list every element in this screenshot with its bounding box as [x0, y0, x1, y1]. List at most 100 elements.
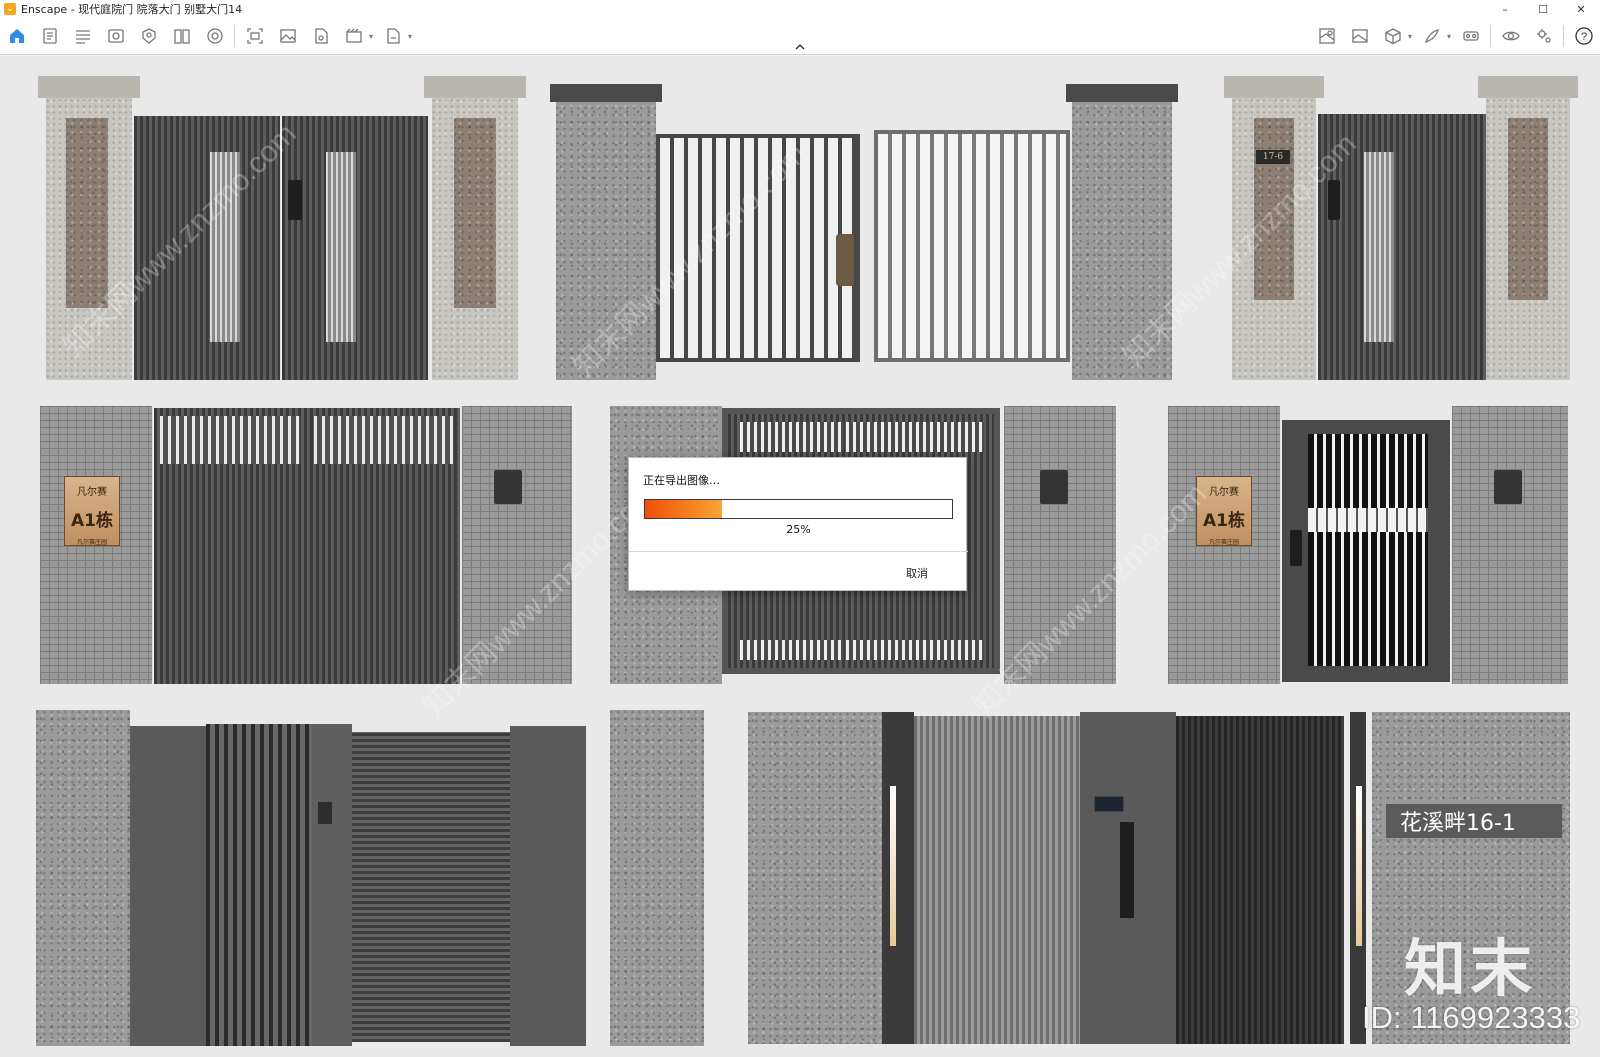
house-plate: 凡尔赛 A1栋 凡尔赛庄园	[1196, 476, 1252, 546]
pillar-cap	[38, 76, 140, 98]
address-sign: 花溪畔16-1	[1386, 804, 1562, 838]
batch-render-icon[interactable]	[304, 21, 337, 51]
pillar-number-tag: 17-6	[1256, 150, 1290, 164]
minimize-button[interactable]: –	[1486, 0, 1524, 18]
vr-headset-icon[interactable]	[1454, 21, 1487, 51]
gate-leaf	[134, 116, 280, 380]
toolbar-left: ▾ ▾	[0, 18, 415, 54]
stone-wall	[1004, 406, 1116, 684]
gate-side-panel	[130, 726, 206, 1046]
help-icon[interactable]: ?	[1567, 21, 1600, 51]
title-bar: ⌄ Enscape - 现代庭院门 院落大门 别墅大门14 – ☐ ✕	[0, 0, 1600, 18]
gate-glass-strip	[1364, 152, 1394, 342]
light-handle	[1356, 786, 1362, 946]
atlas-icon[interactable]	[165, 21, 198, 51]
window-controls: – ☐ ✕	[1486, 0, 1600, 18]
gate-glass-strip	[326, 152, 356, 342]
pillar-cap	[424, 76, 526, 98]
gate-leaf	[1318, 114, 1486, 380]
gate-leaf	[656, 134, 860, 362]
progress-percent-label: 25%	[786, 523, 811, 536]
gate-bottom-slats	[740, 640, 844, 660]
maximize-button[interactable]: ☐	[1524, 0, 1562, 18]
stone-column	[36, 710, 130, 1046]
smart-lock	[288, 180, 302, 220]
gate-leaf	[914, 716, 1080, 1044]
settings-gear-icon[interactable]	[1527, 21, 1560, 51]
stone-pillar	[1072, 92, 1172, 380]
cancel-button[interactable]: 取消	[906, 565, 928, 581]
stone-wall	[748, 712, 882, 1044]
sections-icon[interactable]	[66, 21, 99, 51]
dialog-title: 正在导出图像…	[643, 474, 720, 487]
window-title: Enscape - 现代庭院门 院落大门 别墅大门14	[21, 3, 243, 16]
gate-glass-strip	[210, 152, 240, 342]
watermark-id: ID: 1169923333	[1362, 1000, 1581, 1035]
stone-wall	[462, 406, 572, 684]
enscape-logo-icon: ⌄	[4, 3, 16, 15]
notes-icon[interactable]	[33, 21, 66, 51]
door-handle	[1120, 822, 1134, 918]
wall-lamp	[494, 470, 522, 504]
gate-top-slats	[314, 416, 454, 464]
house-plate-number: A1栋	[1203, 511, 1245, 531]
pillar-panel	[454, 118, 496, 308]
pillar-panel	[1508, 118, 1548, 300]
house-plate-brand: 凡尔赛	[1209, 487, 1239, 498]
pillar-cap	[550, 84, 662, 102]
watermark-brand: 知末	[1404, 932, 1537, 1005]
gate-stile	[882, 712, 914, 1044]
gate-leaf	[1176, 716, 1344, 1044]
gate-top-slats	[846, 422, 984, 452]
export-progress-dialog: 正在导出图像… 25% 取消	[628, 457, 968, 591]
materials-icon[interactable]	[198, 21, 231, 51]
export-dropdown-chevron-down-icon[interactable]: ▾	[405, 32, 415, 41]
wall-lamp	[1494, 470, 1522, 504]
close-button[interactable]: ✕	[1562, 0, 1600, 18]
cube-dropdown-chevron-down-icon[interactable]: ▾	[1405, 32, 1415, 41]
house-plate-number: A1栋	[71, 511, 113, 531]
gate-handle	[836, 234, 854, 286]
toolbar-separator	[1563, 25, 1564, 47]
smart-lock	[1328, 180, 1340, 220]
stone-pillar	[556, 92, 656, 380]
map-icon[interactable]	[1310, 21, 1343, 51]
gate-leaf	[874, 130, 1070, 362]
gate-midrail	[1308, 508, 1428, 532]
intercom	[318, 802, 332, 824]
gate-stile	[312, 724, 352, 1046]
image-icon[interactable]	[271, 21, 304, 51]
pillar-cap	[1066, 84, 1178, 102]
paint-dropdown-chevron-down-icon[interactable]: ▾	[1444, 32, 1454, 41]
home-icon[interactable]	[0, 21, 33, 51]
svg-text:?: ?	[1580, 31, 1586, 43]
screenshot-icon[interactable]	[238, 21, 271, 51]
visibility-icon[interactable]	[1494, 21, 1527, 51]
house-plate: 凡尔赛 A1栋 凡尔赛庄园	[64, 476, 120, 546]
asset-library-icon[interactable]	[132, 21, 165, 51]
gallery-icon[interactable]	[1343, 21, 1376, 51]
progress-bar	[644, 499, 953, 519]
smart-lock	[1290, 530, 1302, 566]
gate-leaf	[206, 724, 312, 1046]
toolbar-separator	[234, 25, 235, 47]
video-dropdown-chevron-down-icon[interactable]: ▾	[366, 32, 376, 41]
view-icon[interactable]	[99, 21, 132, 51]
gate-leaf	[1308, 434, 1428, 666]
smart-keypad	[1094, 796, 1124, 812]
gate-bottom-slats	[846, 640, 984, 660]
house-plate-footer: 凡尔赛庄园	[1208, 539, 1239, 546]
wall-lamp	[1040, 470, 1068, 504]
light-handle	[890, 786, 896, 946]
toolbar-separator	[1490, 25, 1491, 47]
progress-bar-fill	[645, 500, 722, 518]
gate-top-slats	[160, 416, 300, 464]
pillar-panel	[1254, 118, 1294, 300]
stone-column	[610, 710, 704, 1046]
house-plate-brand: 凡尔赛	[77, 487, 107, 498]
collapse-toolbar-chevron-up-icon[interactable]	[792, 42, 808, 52]
gate-side-panel	[510, 726, 586, 1046]
stone-wall	[1452, 406, 1568, 684]
toolbar-right: ▾ ▾ ?	[1310, 18, 1600, 54]
house-plate-footer: 凡尔赛庄园	[76, 539, 107, 546]
